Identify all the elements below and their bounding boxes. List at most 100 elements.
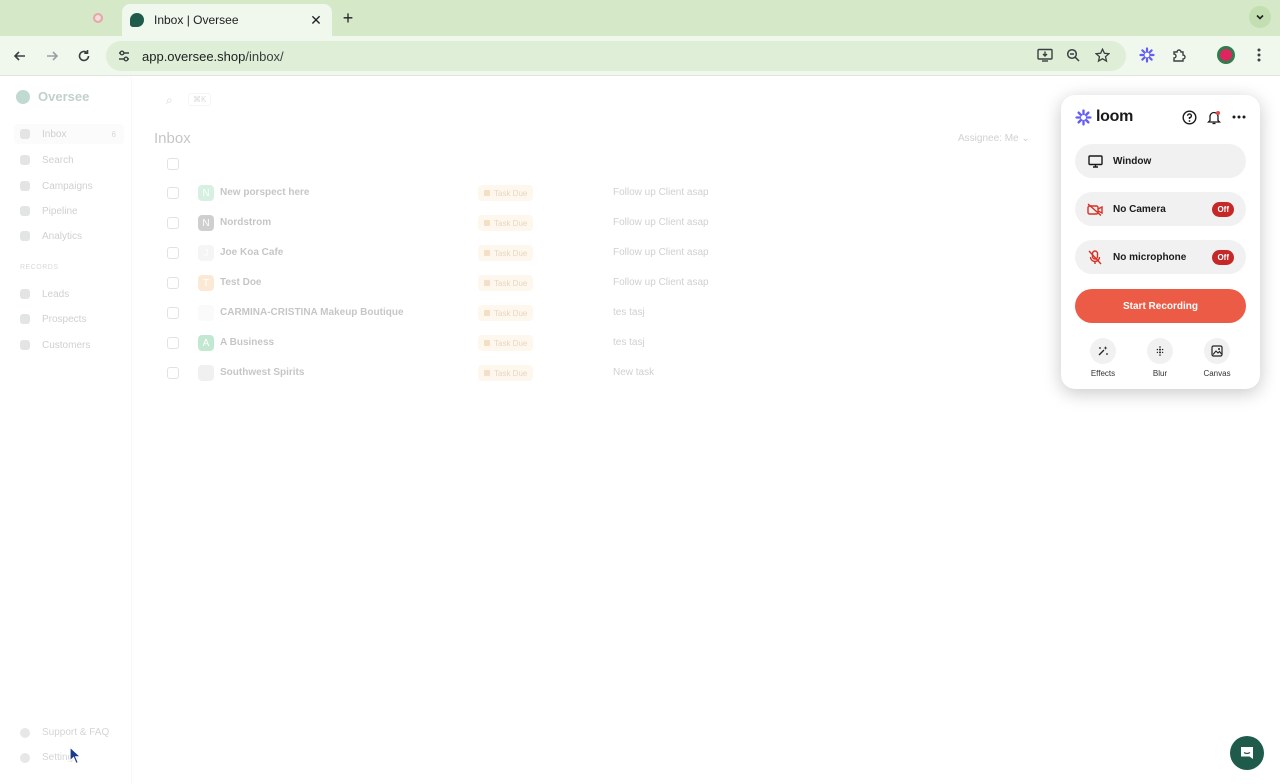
status-badge: Task Due bbox=[478, 305, 534, 321]
sidebar-item-label: Pipeline bbox=[42, 205, 78, 217]
table-row[interactable]: N Nordstrom Task Due Follow up Client asap bbox=[160, 208, 1060, 238]
window-source-select[interactable]: Window bbox=[1075, 144, 1246, 178]
records-heading: RECORDS bbox=[20, 264, 59, 271]
blur-button[interactable]: Blur bbox=[1140, 338, 1180, 378]
task-text: New task bbox=[613, 367, 655, 378]
avatar: A bbox=[198, 335, 214, 351]
table-row[interactable]: T Test Doe Task Due Follow up Client asap bbox=[160, 268, 1060, 298]
sidebar-item-leads[interactable]: Leads bbox=[14, 284, 124, 304]
table-row[interactable]: A A Business Task Due tes tasj bbox=[160, 328, 1060, 358]
table-row[interactable]: CARMINA-CRISTINA Makeup Boutique Task Due… bbox=[160, 298, 1060, 328]
sidebar-item-prospects[interactable]: Prospects bbox=[14, 309, 124, 329]
effects-label: Effects bbox=[1090, 369, 1116, 378]
calendar-icon bbox=[484, 190, 490, 196]
microphone-select[interactable]: No microphone Off bbox=[1075, 240, 1246, 274]
support-chat-button[interactable] bbox=[1230, 736, 1264, 770]
contact-name[interactable]: New porspect here bbox=[220, 187, 309, 198]
row-checkbox[interactable] bbox=[167, 187, 179, 199]
sidebar-item-customers[interactable]: Customers bbox=[14, 335, 124, 355]
profile-avatar-icon[interactable] bbox=[1215, 44, 1237, 66]
status-badge: Task Due bbox=[478, 335, 534, 351]
effects-button[interactable]: Effects bbox=[1083, 338, 1123, 378]
sidebar-item-campaigns[interactable]: Campaigns bbox=[14, 176, 124, 196]
browser-menu-icon[interactable] bbox=[1248, 44, 1270, 66]
bookmark-star-icon[interactable] bbox=[1091, 44, 1113, 66]
reload-button[interactable] bbox=[72, 44, 96, 68]
camera-off-toggle[interactable]: Off bbox=[1212, 201, 1234, 217]
table-row[interactable]: N New porspect here Task Due Follow up Clie… bbox=[160, 178, 1060, 208]
help-icon[interactable] bbox=[1181, 109, 1197, 125]
canvas-button[interactable]: Canvas bbox=[1197, 338, 1237, 378]
extensions-puzzle-icon[interactable] bbox=[1168, 44, 1190, 66]
inactive-tab[interactable] bbox=[86, 8, 110, 28]
task-text: Follow up Client asap bbox=[613, 277, 709, 288]
row-checkbox[interactable] bbox=[167, 247, 179, 259]
tab-close-icon[interactable]: ✕ bbox=[308, 12, 324, 29]
sidebar-item-label: Leads bbox=[42, 288, 70, 300]
contact-name[interactable]: CARMINA-CRISTINA Makeup Boutique bbox=[220, 307, 404, 318]
notification-bell-icon[interactable] bbox=[1206, 109, 1222, 125]
address-bar[interactable]: app.oversee.shop/inbox/ bbox=[106, 41, 1126, 71]
brand-name: Oversee bbox=[38, 89, 90, 104]
customers-icon bbox=[20, 340, 30, 350]
more-options-icon[interactable] bbox=[1231, 109, 1247, 125]
search-icon[interactable]: ⌕ bbox=[166, 93, 173, 108]
url-text: app.oversee.shop/inbox/ bbox=[142, 49, 284, 64]
task-text: tes tasj bbox=[613, 307, 645, 318]
row-checkbox[interactable] bbox=[167, 217, 179, 229]
mouse-cursor-icon bbox=[69, 745, 83, 771]
avatar: N bbox=[198, 215, 214, 231]
select-all-checkbox[interactable] bbox=[167, 158, 179, 170]
contact-name[interactable]: Joe Koa Cafe bbox=[220, 247, 283, 258]
back-button[interactable] bbox=[8, 44, 32, 68]
row-checkbox[interactable] bbox=[167, 337, 179, 349]
status-badge-label: Task Due bbox=[494, 188, 528, 198]
inbox-icon bbox=[20, 129, 30, 139]
forward-button[interactable] bbox=[40, 44, 64, 68]
row-checkbox[interactable] bbox=[167, 367, 179, 379]
new-tab-button[interactable]: + bbox=[338, 8, 358, 28]
calendar-icon bbox=[484, 340, 490, 346]
contact-name[interactable]: Test Doe bbox=[220, 277, 262, 288]
status-badge: Task Due bbox=[478, 185, 534, 201]
contact-name[interactable]: A Business bbox=[220, 337, 274, 348]
brand[interactable]: Oversee bbox=[16, 89, 89, 104]
status-badge-label: Task Due bbox=[494, 368, 528, 378]
calendar-icon bbox=[484, 220, 490, 226]
loom-extension-icon[interactable] bbox=[1136, 44, 1158, 66]
table-row[interactable]: J Joe Koa Cafe Task Due Follow up Client as… bbox=[160, 238, 1060, 268]
calendar-icon bbox=[484, 280, 490, 286]
assignee-filter[interactable]: Assignee: Me ⌄ bbox=[958, 133, 1030, 144]
install-app-icon[interactable] bbox=[1034, 44, 1056, 66]
sidebar-item-label: Analytics bbox=[42, 230, 83, 242]
page-title: Inbox bbox=[154, 130, 191, 147]
sidebar-item-pipeline[interactable]: Pipeline bbox=[14, 201, 124, 221]
avatar bbox=[198, 365, 214, 381]
row-checkbox[interactable] bbox=[167, 307, 179, 319]
table-row[interactable]: Southwest Spirits Task Due New task bbox=[160, 358, 1060, 388]
tab-search-chevron-icon[interactable] bbox=[1249, 6, 1271, 28]
sidebar-item-analytics[interactable]: Analytics bbox=[14, 226, 124, 246]
start-recording-button[interactable]: Start Recording bbox=[1075, 289, 1246, 323]
camera-label: No Camera bbox=[1113, 203, 1166, 215]
loom-star-icon bbox=[1075, 108, 1092, 126]
window-label: Window bbox=[1113, 155, 1152, 167]
assignee-filter-label: Assignee: Me bbox=[958, 133, 1019, 144]
active-tab[interactable]: Inbox | Oversee ✕ bbox=[122, 4, 332, 36]
site-settings-icon[interactable] bbox=[116, 48, 132, 64]
status-badge: Task Due bbox=[478, 215, 534, 231]
contact-name[interactable]: Southwest Spirits bbox=[220, 367, 304, 378]
url-host: app.oversee.shop bbox=[142, 48, 246, 64]
zoom-icon[interactable] bbox=[1062, 44, 1084, 66]
contact-name[interactable]: Nordstrom bbox=[220, 217, 271, 228]
row-checkbox[interactable] bbox=[167, 277, 179, 289]
tab-title: Inbox | Oversee bbox=[154, 13, 239, 27]
microphone-off-toggle[interactable]: Off bbox=[1212, 249, 1234, 265]
task-text: tes tasj bbox=[613, 337, 645, 348]
sidebar-item-search[interactable]: Search bbox=[14, 150, 124, 170]
camera-select[interactable]: No Camera Off bbox=[1075, 192, 1246, 226]
support-faq-link[interactable]: Support & FAQ bbox=[20, 727, 109, 738]
oversee-favicon bbox=[130, 13, 144, 27]
sidebar-item-inbox[interactable]: Inbox 6 bbox=[14, 124, 124, 144]
chat-bubble-icon bbox=[1241, 747, 1253, 759]
